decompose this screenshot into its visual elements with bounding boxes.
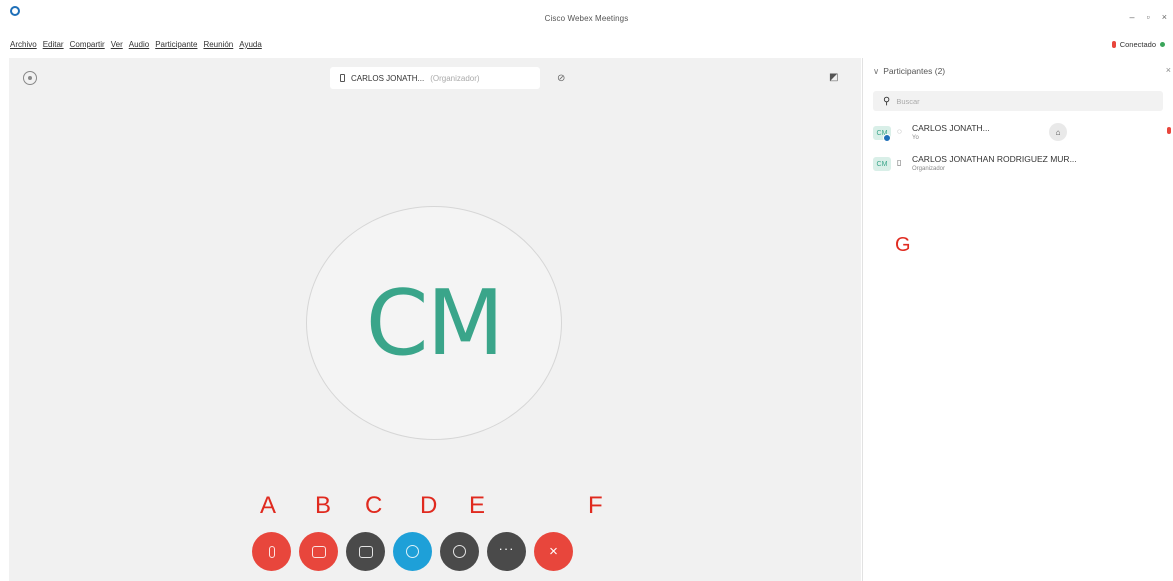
participant-row[interactable]: CM ◌ CARLOS JONATH... Yo ⌂ <box>873 123 1173 151</box>
menu-compartir[interactable]: Compartir <box>70 40 105 49</box>
layout-icon[interactable]: ◩ <box>829 72 838 83</box>
menu-audio[interactable]: Audio <box>129 40 149 49</box>
participant-info: CARLOS JONATH... Yo <box>912 123 990 141</box>
presence-icon <box>883 134 891 142</box>
leave-meeting-button[interactable]: × <box>534 532 573 571</box>
speaker-role: (Organizador) <box>430 73 480 83</box>
menu-reunion[interactable]: Reunión <box>203 40 233 49</box>
annotation-label-c: C <box>365 492 383 519</box>
search-icon: ⚲ <box>883 95 891 107</box>
participant-avatar: CM <box>873 126 891 142</box>
video-button[interactable] <box>299 532 338 571</box>
participants-panel-header[interactable]: ∨ Participantes (2) <box>873 66 945 77</box>
participant-mic-muted-icon[interactable] <box>1167 127 1171 134</box>
menu-ayuda[interactable]: Ayuda <box>239 40 262 49</box>
more-options-icon: ··· <box>498 541 515 556</box>
participants-panel-title: Participantes (2) <box>883 66 946 76</box>
video-off-icon <box>311 545 326 558</box>
computer-audio-icon: ◌ <box>897 127 902 136</box>
chat-button[interactable] <box>440 532 479 571</box>
title-bar: Cisco Webex Meetings – ▫ × <box>0 0 1173 36</box>
annotation-label-e: E <box>469 492 486 519</box>
share-button[interactable] <box>346 532 385 571</box>
mute-button[interactable] <box>252 532 291 571</box>
connection-label: Conectado <box>1119 40 1156 49</box>
avatar-initials: CM <box>365 270 504 376</box>
minimize-button[interactable]: – <box>1130 12 1135 22</box>
maximize-button[interactable]: ▫ <box>1147 12 1150 22</box>
participant-info: CARLOS JONATHAN RODRIGUEZ MUR... Organiz… <box>912 154 1077 172</box>
pin-icon[interactable]: ⊘ <box>557 73 565 84</box>
menu-participante[interactable]: Participante <box>155 40 197 49</box>
window-title: Cisco Webex Meetings <box>544 14 629 23</box>
participant-subtitle: Yo <box>912 135 919 141</box>
window-controls: – ▫ × <box>1130 12 1167 22</box>
menu-editar[interactable]: Editar <box>43 40 64 49</box>
close-icon: × <box>549 543 558 560</box>
chat-bubble-icon <box>453 545 466 558</box>
connection-dot-icon <box>1160 42 1165 47</box>
annotation-label-a: A <box>260 492 277 519</box>
close-window-button[interactable]: × <box>1162 12 1167 22</box>
share-screen-icon <box>358 545 373 558</box>
more-options-button[interactable]: ··· <box>487 532 526 571</box>
menu-archivo[interactable]: Archivo <box>10 40 37 49</box>
annotation-label-f: F <box>588 492 603 519</box>
speaker-name: CARLOS JONATH... <box>351 73 425 83</box>
annotation-label-b: B <box>315 492 332 519</box>
chevron-down-icon: ∨ <box>873 66 880 76</box>
annotation-label-g: G <box>895 234 911 256</box>
meeting-controls: ··· × <box>252 532 573 571</box>
participant-avatar: CM <box>873 157 891 171</box>
meeting-info-icon[interactable] <box>23 71 37 85</box>
mic-muted-icon <box>1111 41 1116 48</box>
annotation-label-d: D <box>420 492 438 519</box>
panel-close-icon[interactable]: × <box>1166 65 1171 75</box>
phone-icon <box>340 74 345 82</box>
menu-bar: Archivo Editar Compartir Ver Audio Parti… <box>10 40 262 49</box>
active-speaker-pill: CARLOS JONATH... (Organizador) <box>330 67 540 89</box>
search-placeholder: Buscar <box>896 96 920 106</box>
participants-button[interactable] <box>393 532 432 571</box>
connection-status[interactable]: Conectado <box>1111 40 1165 49</box>
speaker-avatar: CM <box>306 206 562 440</box>
participant-row[interactable]: CM ▯ CARLOS JONATHAN RODRIGUEZ MUR... Or… <box>873 154 1173 182</box>
menu-ver[interactable]: Ver <box>111 40 123 49</box>
microphone-muted-icon <box>268 545 275 558</box>
participant-initials: CM <box>876 160 888 168</box>
participant-name: CARLOS JONATH... <box>912 123 990 133</box>
host-icon[interactable]: ⌂ <box>1049 123 1067 141</box>
participants-panel: ∨ Participantes (2) × ⚲ Buscar CM ◌ CARL… <box>862 58 1173 581</box>
participant-search-input[interactable]: ⚲ Buscar <box>873 91 1163 111</box>
participants-icon <box>406 545 419 558</box>
phone-icon: ▯ <box>897 158 902 167</box>
participant-subtitle: Organizador <box>912 166 946 172</box>
participant-name: CARLOS JONATHAN RODRIGUEZ MUR... <box>912 154 1077 164</box>
